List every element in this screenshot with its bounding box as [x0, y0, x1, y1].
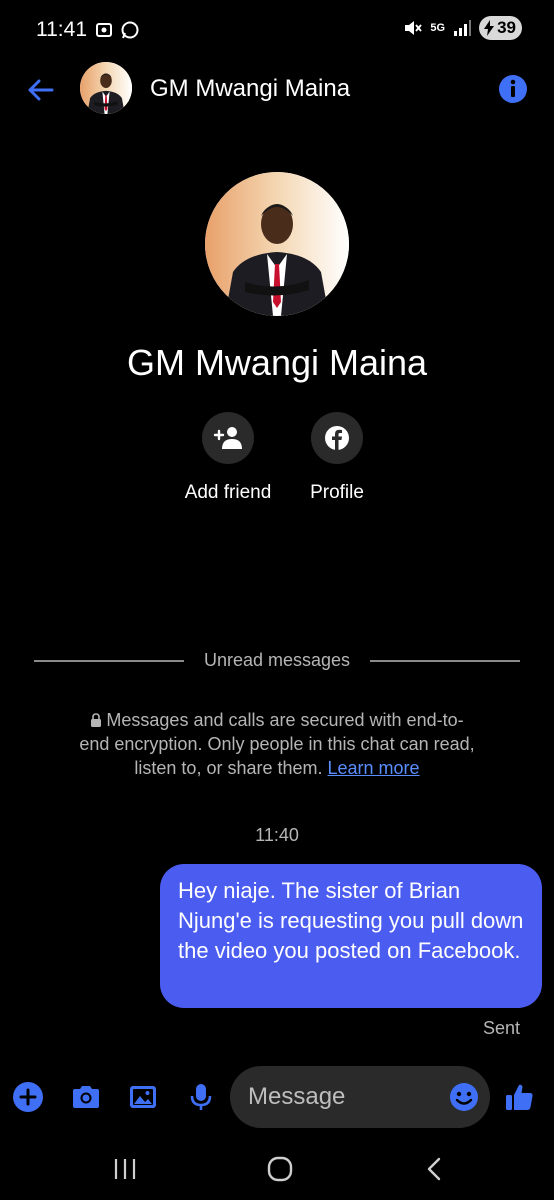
system-nav-bar	[0, 1140, 554, 1200]
person-photo	[80, 62, 132, 114]
outgoing-message-bubble[interactable]: Hey niaje. The sister of Brian Njung'e i…	[160, 864, 542, 1008]
signal-icon	[454, 20, 472, 36]
unread-divider: Unread messages	[34, 648, 520, 674]
mute-icon	[405, 21, 423, 35]
microphone-icon[interactable]	[185, 1081, 217, 1113]
lock-icon	[91, 713, 102, 727]
gallery-icon[interactable]	[127, 1081, 159, 1113]
camera-icon[interactable]	[70, 1081, 102, 1113]
recent-apps-icon[interactable]	[110, 1154, 140, 1184]
status-time: 11:41	[36, 18, 87, 41]
charging-icon	[484, 20, 495, 36]
profile-action[interactable]: Profile	[277, 412, 397, 504]
profile-label: Profile	[310, 482, 364, 503]
chat-header: GM Mwangi Maina	[0, 62, 554, 118]
person-photo	[205, 172, 349, 316]
status-right: 5G 39	[402, 16, 522, 40]
home-icon[interactable]	[265, 1154, 295, 1184]
battery-level: 39	[497, 18, 516, 37]
network-type: 5G	[430, 22, 446, 34]
screenshot-icon	[96, 23, 112, 37]
add-friend-label: Add friend	[184, 482, 272, 503]
facebook-icon	[325, 426, 349, 450]
info-icon[interactable]	[498, 74, 528, 104]
encryption-notice: Messages and calls are secured with end-…	[77, 708, 477, 780]
delivery-status: Sent	[482, 1018, 520, 1038]
add-person-icon	[213, 427, 242, 449]
messenger-chat-screen: 11:41 5G 39 GM Mwangi Maina GM Mwangi Ma…	[0, 0, 554, 1200]
back-nav-icon[interactable]	[420, 1154, 450, 1184]
message-timestamp: 11:40	[255, 825, 299, 845]
plus-icon[interactable]	[12, 1081, 44, 1113]
divider-line-right	[370, 660, 520, 662]
notification-icons	[94, 20, 140, 40]
back-arrow-icon[interactable]	[24, 74, 56, 106]
thumbs-up-icon[interactable]	[503, 1081, 535, 1113]
profile-picture[interactable]	[205, 172, 349, 316]
message-composer	[0, 1066, 554, 1128]
whatsapp-icon	[121, 21, 139, 39]
emoji-icon[interactable]	[448, 1081, 480, 1113]
add-friend-action[interactable]: Add friend	[168, 412, 288, 504]
status-bar: 11:41 5G 39	[0, 0, 554, 62]
contact-avatar[interactable]	[80, 62, 132, 114]
contact-name[interactable]: GM Mwangi Maina	[150, 75, 350, 103]
add-friend-button[interactable]	[202, 412, 254, 464]
profile-button[interactable]	[311, 412, 363, 464]
battery-indicator: 39	[479, 16, 522, 40]
profile-name: GM Mwangi Maina	[126, 342, 428, 383]
learn-more-link[interactable]: Learn more	[328, 758, 420, 778]
